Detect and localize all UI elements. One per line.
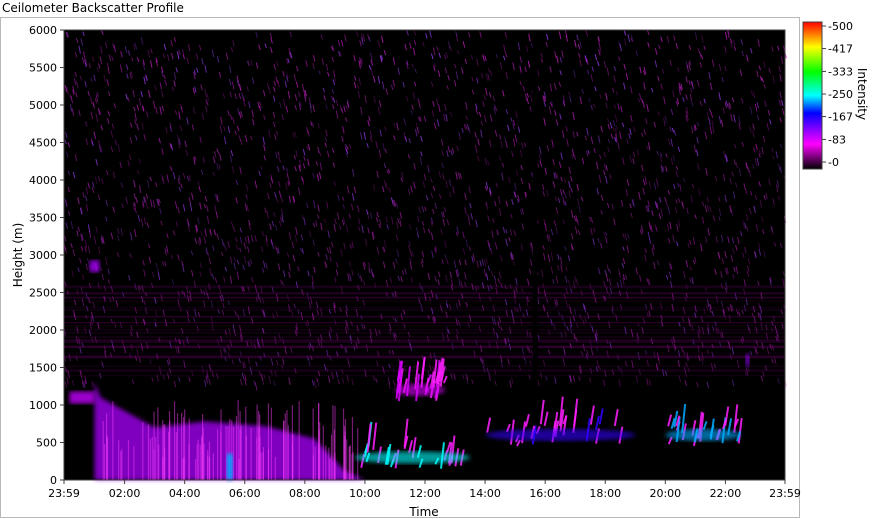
colorbar-tick-label: -333	[828, 65, 853, 78]
x-tick-label: 06:00	[229, 487, 261, 500]
colorbar-tick-label: -417	[828, 43, 853, 56]
colorbar-tick-label: -83	[828, 133, 846, 146]
colorbar-tick-label: -250	[828, 88, 853, 101]
x-tick-label: 02:00	[109, 487, 141, 500]
x-tick-label: 12:00	[409, 487, 441, 500]
x-tick-label: 22:00	[710, 487, 742, 500]
y-tick-label: 2000	[29, 324, 57, 337]
x-tick-label: 23:59	[769, 487, 801, 500]
x-tick-label: 08:00	[289, 487, 321, 500]
y-tick-label: 2500	[29, 287, 57, 300]
y-tick-label: 3000	[29, 249, 57, 262]
cloud-return-layer	[394, 384, 446, 396]
x-tick-label: 18:00	[589, 487, 621, 500]
y-tick-label: 4500	[29, 137, 57, 150]
colorbar-label: Intensity	[855, 68, 869, 120]
colorbar-tick-label: -0	[828, 156, 839, 169]
x-axis-label: Time	[408, 505, 438, 519]
y-tick-label: 1500	[29, 362, 57, 375]
y-tick-label: 5500	[29, 62, 57, 75]
cloud-return-layer	[665, 429, 741, 441]
y-axis-label: Height (m)	[11, 223, 25, 288]
data-gap	[532, 30, 538, 405]
x-tick-label: 23:59	[48, 487, 80, 500]
cloud-return-layer	[485, 429, 636, 441]
x-tick-label: 14:00	[469, 487, 501, 500]
colorbar-tick-label: -167	[828, 111, 853, 124]
elevated-layer-mark	[89, 260, 100, 273]
backscatter-chart: 0 500 1000 1500 2000 2500 3000 3500 4000 4500 5000…	[11, 20, 869, 519]
x-axis: 23:59 02:00 04:00 06:00 08:00 10:00 12:00 14:00…	[48, 480, 801, 500]
x-tick-label: 10:00	[349, 487, 381, 500]
cloud-return-layer	[354, 451, 471, 464]
colorbar: -500 -417 -333 -250 -167 -83 -0 Intensity	[802, 20, 869, 170]
y-tick-label: 500	[36, 437, 57, 450]
y-tick-label: 6000	[29, 24, 57, 37]
x-tick-label: 16:00	[529, 487, 561, 500]
y-tick-label: 0	[50, 474, 57, 487]
y-tick-label: 3500	[29, 212, 57, 225]
colorbar-ticks: -500 -417 -333 -250 -167 -83 -0	[822, 20, 853, 169]
colorbar-gradient	[802, 21, 823, 170]
boundary-layer-core	[226, 453, 233, 480]
y-tick-label: 5000	[29, 99, 57, 112]
colorbar-tick-label: -500	[828, 20, 853, 33]
y-tick-label: 1000	[29, 399, 57, 412]
y-axis: 0 500 1000 1500 2000 2500 3000 3500 4000 4500 5000…	[29, 24, 64, 487]
y-tick-label: 4000	[29, 174, 57, 187]
x-tick-label: 20:00	[649, 487, 681, 500]
elevated-layer-mark	[745, 354, 750, 366]
x-tick-label: 04:00	[169, 487, 201, 500]
residual-layer-mark	[69, 391, 95, 404]
